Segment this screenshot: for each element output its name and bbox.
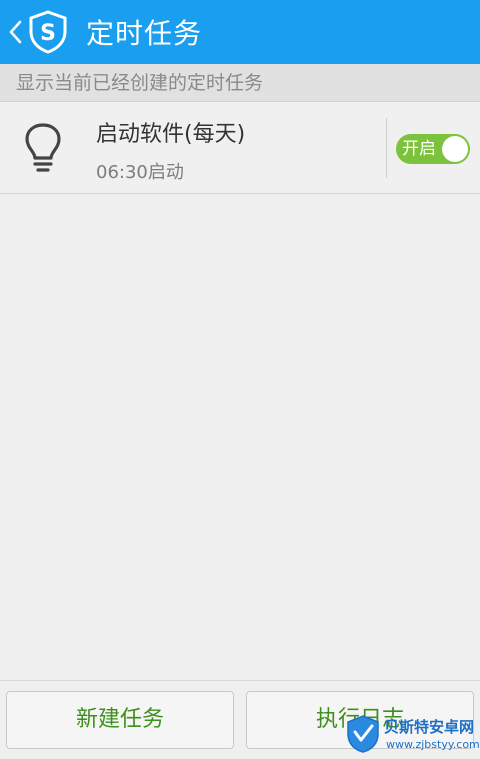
title-bar: S 定时任务	[0, 0, 480, 64]
enable-toggle[interactable]: 开启	[396, 134, 470, 164]
chevron-left-icon	[9, 20, 22, 44]
watermark-title: 贝斯特安卓网	[384, 718, 475, 736]
list-item[interactable]: 启动软件(每天) 06:30启动 开启	[0, 102, 480, 194]
task-name: 启动软件(每天)	[96, 122, 246, 147]
watermark-logo-icon	[347, 715, 379, 753]
back-button[interactable]: S	[0, 0, 72, 64]
watermark: 贝斯特安卓网 www.zjbstyy.com	[346, 712, 480, 758]
toggle-label: 开启	[402, 139, 436, 159]
logo-letter: S	[40, 21, 56, 46]
lightbulb-icon	[25, 123, 61, 172]
divider	[386, 118, 387, 178]
page-title: 定时任务	[86, 17, 203, 50]
task-time: 06:30启动	[96, 162, 184, 183]
section-hint: 显示当前已经创建的定时任务	[0, 64, 480, 102]
toggle-knob	[442, 136, 468, 162]
new-task-button[interactable]: 新建任务	[6, 691, 234, 749]
shield-s-icon: S	[29, 10, 67, 54]
watermark-url: www.zjbstyy.com	[386, 738, 480, 751]
